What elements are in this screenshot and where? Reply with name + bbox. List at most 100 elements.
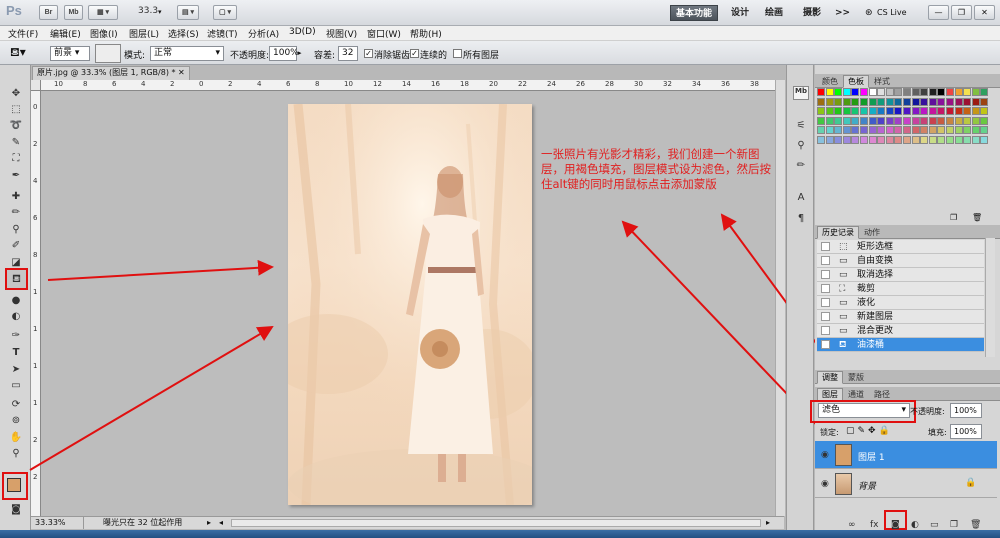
color-swatch[interactable] [963, 126, 972, 134]
color-swatch[interactable] [937, 126, 946, 134]
history-source-box[interactable] [821, 270, 830, 279]
color-swatch[interactable] [980, 116, 989, 125]
color-swatch[interactable] [860, 135, 868, 144]
blend-mode-select[interactable]: 滤色 ▾ [818, 403, 910, 418]
color-swatch[interactable] [971, 88, 980, 96]
color-swatch[interactable] [817, 135, 825, 144]
tab-swatches[interactable]: 色板 [843, 75, 869, 88]
color-swatch[interactable] [920, 116, 929, 125]
tab-color[interactable]: 颜色 [817, 75, 843, 88]
color-swatch[interactable] [877, 88, 886, 96]
tab-history[interactable]: 历史记录 [817, 226, 859, 239]
color-swatch[interactable] [911, 97, 920, 106]
color-swatch[interactable] [834, 107, 843, 115]
color-swatch[interactable] [946, 116, 954, 125]
color-swatch[interactable] [842, 126, 851, 134]
history-source-box[interactable] [821, 340, 830, 349]
color-swatch[interactable] [911, 107, 920, 115]
color-swatch[interactable] [885, 107, 894, 115]
layer-group-icon[interactable]: ▭ [930, 520, 939, 530]
color-swatch[interactable] [928, 135, 937, 144]
color-swatch[interactable] [851, 126, 860, 134]
color-swatch[interactable] [937, 97, 946, 106]
clone-source-panel-icon[interactable]: ⚲ [793, 140, 809, 154]
color-swatch[interactable] [954, 116, 963, 125]
link-layers-icon[interactable]: ∞ [848, 520, 856, 530]
color-swatch[interactable] [954, 88, 963, 96]
lock-icons[interactable]: ▢✎✥🔒 [846, 426, 893, 436]
color-swatch[interactable] [903, 135, 911, 144]
color-swatch[interactable] [842, 97, 851, 106]
layer-row-background[interactable]: ◉ 背景 🔒 [815, 470, 997, 498]
color-swatch[interactable] [860, 107, 868, 115]
color-swatch[interactable] [834, 97, 843, 106]
color-swatch[interactable] [860, 97, 868, 106]
history-item-marquee[interactable]: ⬚ 矩形选框 [817, 240, 984, 254]
color-swatch[interactable] [868, 97, 877, 106]
color-swatch[interactable] [920, 97, 929, 106]
history-source-box[interactable] [821, 284, 830, 293]
color-swatch[interactable] [928, 107, 937, 115]
color-swatch[interactable] [903, 97, 911, 106]
history-item-free-transform[interactable]: ▭ 自由变换 [817, 254, 984, 268]
color-swatch[interactable] [894, 135, 903, 144]
color-swatch[interactable] [963, 107, 972, 115]
history-item-new-layer[interactable]: ▭ 新建图层 [817, 310, 984, 324]
color-swatch[interactable] [817, 116, 825, 125]
color-swatch[interactable] [825, 116, 834, 125]
color-swatch[interactable] [885, 135, 894, 144]
color-swatch[interactable] [963, 97, 972, 106]
swatch-grid[interactable] [817, 88, 992, 152]
delete-layer-icon[interactable]: 🗑 [970, 520, 981, 530]
color-swatch[interactable] [851, 116, 860, 125]
color-swatch[interactable] [971, 107, 980, 115]
color-swatch[interactable] [920, 126, 929, 134]
history-item-liquify[interactable]: ▭ 液化 [817, 296, 984, 310]
color-swatch[interactable] [894, 88, 903, 96]
color-swatch[interactable] [980, 135, 989, 144]
color-swatch[interactable] [980, 126, 989, 134]
color-swatch[interactable] [842, 116, 851, 125]
eye-icon[interactable]: ◉ [821, 479, 829, 489]
color-swatch[interactable] [903, 88, 911, 96]
color-swatch[interactable] [825, 97, 834, 106]
color-swatch[interactable] [885, 97, 894, 106]
color-swatch[interactable] [946, 126, 954, 134]
mini-bridge-panel-icon[interactable]: Mb [793, 86, 809, 100]
color-swatch[interactable] [946, 88, 954, 96]
color-swatch[interactable] [877, 135, 886, 144]
color-swatch[interactable] [817, 107, 825, 115]
add-layer-mask-icon[interactable]: ◙ [891, 520, 900, 530]
color-swatch[interactable] [963, 116, 972, 125]
color-swatch[interactable] [980, 107, 989, 115]
color-swatch[interactable] [980, 88, 989, 96]
tab-styles[interactable]: 样式 [869, 75, 895, 88]
color-swatch[interactable] [946, 135, 954, 144]
history-item-paint-bucket[interactable]: ⛾ 油漆桶 [817, 338, 984, 352]
color-swatch[interactable] [877, 97, 886, 106]
color-swatch[interactable] [868, 88, 877, 96]
color-swatch[interactable] [937, 135, 946, 144]
color-swatch[interactable] [920, 135, 929, 144]
color-swatch[interactable] [903, 126, 911, 134]
history-item-deselect[interactable]: ▭ 取消选择 [817, 268, 984, 282]
color-swatch[interactable] [842, 88, 851, 96]
color-swatch[interactable] [868, 126, 877, 134]
color-swatch[interactable] [911, 126, 920, 134]
color-swatch[interactable] [877, 116, 886, 125]
color-swatch[interactable] [937, 88, 946, 96]
color-swatch[interactable] [920, 107, 929, 115]
fill-input[interactable]: 100% [950, 424, 982, 439]
color-swatch[interactable] [825, 126, 834, 134]
layer-row-layer1[interactable]: ◉ 图层 1 [815, 441, 997, 469]
layer1-name[interactable]: 图层 1 [858, 450, 885, 463]
color-swatch[interactable] [928, 116, 937, 125]
color-swatch[interactable] [885, 126, 894, 134]
history-source-box[interactable] [821, 326, 830, 335]
color-swatch[interactable] [971, 116, 980, 125]
color-swatch[interactable] [954, 97, 963, 106]
adjustment-layer-icon[interactable]: ◐ [911, 520, 919, 530]
color-swatch[interactable] [834, 135, 843, 144]
color-swatch[interactable] [971, 126, 980, 134]
color-swatch[interactable] [868, 135, 877, 144]
